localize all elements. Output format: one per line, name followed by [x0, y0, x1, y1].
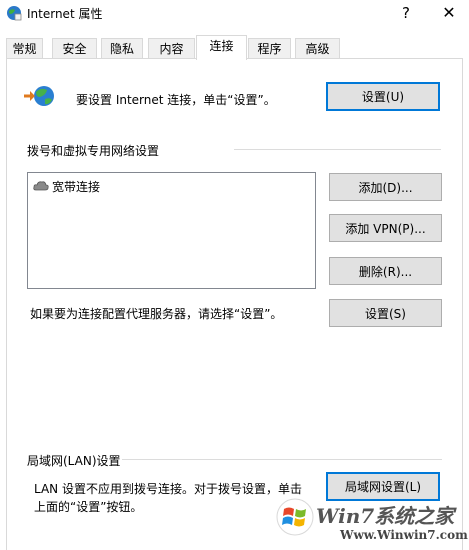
window-title: Internet 属性 — [27, 7, 103, 21]
connections-listbox[interactable]: 宽带连接 — [27, 172, 316, 289]
tab-privacy[interactable]: 隐私 — [101, 38, 143, 59]
internet-globe-icon — [6, 5, 22, 21]
watermark-title: Win7系统之家 — [316, 504, 455, 528]
tab-programs[interactable]: 程序 — [248, 38, 291, 59]
title-bar: Internet 属性 ? ✕ — [0, 0, 469, 28]
lan-description-line1: LAN 设置不应用到拨号连接。对于拨号设置，单击 — [34, 482, 302, 496]
internet-setup-icon — [22, 84, 58, 108]
help-button[interactable]: ? — [396, 1, 416, 25]
tab-security[interactable]: 安全 — [52, 38, 97, 59]
remove-connection-button[interactable]: 删除(R)... — [329, 257, 442, 285]
list-item[interactable]: 宽带连接 — [33, 178, 100, 194]
lan-description-line2: 上面的“设置”按钮。 — [34, 500, 143, 514]
add-vpn-button[interactable]: 添加 VPN(P)... — [329, 214, 442, 242]
dialup-group-divider — [234, 149, 441, 150]
site-watermark: Win7系统之家 Www.Winwin7.com — [268, 494, 469, 550]
add-connection-button[interactable]: 添加(D)... — [329, 173, 442, 201]
setup-description: 要设置 Internet 连接，单击“设置”。 — [76, 93, 276, 107]
windows-flag-icon — [276, 498, 314, 536]
tab-content[interactable]: 内容 — [148, 38, 195, 59]
broadband-connection-icon — [33, 179, 49, 193]
tab-general[interactable]: 常规 — [6, 38, 43, 59]
tab-advanced[interactable]: 高级 — [295, 38, 340, 59]
watermark-url: Www.Winwin7.com — [340, 528, 468, 542]
tab-connections[interactable]: 连接 — [196, 35, 247, 60]
tab-strip: 常规 安全 隐私 内容 连接 程序 高级 — [0, 35, 469, 60]
proxy-settings-button[interactable]: 设置(S) — [329, 299, 442, 327]
dialup-vpn-heading: 拨号和虚拟专用网络设置 — [27, 144, 160, 158]
lan-heading: 局域网(LAN)设置 — [27, 454, 121, 468]
setup-button[interactable]: 设置(U) — [326, 82, 440, 111]
lan-group-divider — [122, 459, 442, 460]
close-button[interactable]: ✕ — [437, 1, 461, 25]
connection-name: 宽带连接 — [52, 180, 101, 194]
proxy-description: 如果要为连接配置代理服务器，请选择“设置”。 — [30, 307, 283, 321]
